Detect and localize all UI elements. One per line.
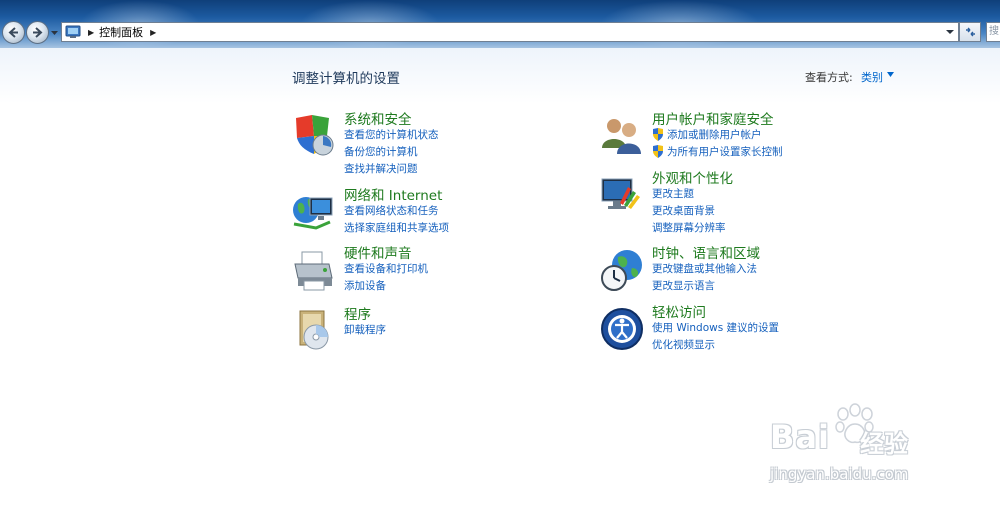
link-change-theme[interactable]: 更改主题 bbox=[652, 185, 726, 202]
address-bar[interactable]: ▶ 控制面板 ▶ bbox=[61, 22, 959, 42]
link-add-remove-accounts[interactable]: 添加或删除用户帐户 bbox=[652, 126, 783, 143]
view-by-label: 查看方式: bbox=[805, 71, 853, 84]
category-title[interactable]: 轻松访问 bbox=[652, 301, 706, 321]
page-title: 调整计算机的设置 bbox=[292, 71, 400, 87]
recent-pages-dropdown-icon[interactable] bbox=[50, 28, 59, 37]
users-accounts-icon bbox=[602, 119, 641, 154]
link-screen-resolution[interactable]: 调整屏幕分辨率 bbox=[652, 219, 726, 236]
category-title[interactable]: 时钟、语言和区域 bbox=[652, 242, 760, 262]
category-title[interactable]: 外观和个性化 bbox=[652, 167, 733, 187]
link-homegroup-sharing[interactable]: 选择家庭组和共享选项 bbox=[344, 219, 449, 236]
uac-shield-icon bbox=[653, 145, 663, 158]
control-panel-icon bbox=[65, 25, 81, 38]
breadcrumb-separator-icon[interactable]: ▶ bbox=[88, 28, 94, 37]
link-devices-printers[interactable]: 查看设备和打印机 bbox=[344, 260, 428, 277]
category-links: 添加或删除用户帐户 为所有用户设置家长控制 bbox=[652, 126, 783, 160]
category-title[interactable]: 程序 bbox=[344, 303, 371, 323]
category-title[interactable]: 硬件和声音 bbox=[344, 242, 412, 262]
category-links: 更改键盘或其他输入法 更改显示语言 bbox=[652, 260, 757, 294]
ease-of-access-icon bbox=[601, 308, 643, 350]
printer-hardware-icon bbox=[294, 251, 333, 291]
link-display-language[interactable]: 更改显示语言 bbox=[652, 277, 757, 294]
category-links: 卸载程序 bbox=[344, 321, 386, 338]
link-uninstall-program[interactable]: 卸载程序 bbox=[344, 321, 386, 338]
link-view-computer-status[interactable]: 查看您的计算机状态 bbox=[344, 126, 439, 143]
link-label: 添加或删除用户帐户 bbox=[667, 129, 762, 141]
link-keyboard-input[interactable]: 更改键盘或其他输入法 bbox=[652, 260, 757, 277]
watermark-brand-cn: 经验 bbox=[860, 430, 908, 458]
refresh-button[interactable] bbox=[959, 22, 981, 42]
clock-globe-icon bbox=[601, 250, 642, 291]
view-by-dropdown[interactable]: 类别 bbox=[861, 69, 883, 85]
link-optimize-video[interactable]: 优化视频显示 bbox=[652, 336, 779, 353]
arrow-left-icon bbox=[8, 27, 18, 38]
uac-shield-icon bbox=[653, 128, 663, 141]
chevron-down-icon[interactable] bbox=[887, 72, 894, 77]
link-desktop-background[interactable]: 更改桌面背景 bbox=[652, 202, 726, 219]
breadcrumb-separator-icon[interactable]: ▶ bbox=[150, 28, 156, 37]
link-recommended-settings[interactable]: 使用 Windows 建议的设置 bbox=[652, 319, 779, 336]
back-button[interactable] bbox=[2, 21, 25, 44]
network-globe-icon bbox=[293, 197, 333, 230]
watermark-brand: Bai bbox=[770, 418, 830, 456]
category-links: 查看网络状态和任务 选择家庭组和共享选项 bbox=[344, 202, 449, 236]
link-parental-controls[interactable]: 为所有用户设置家长控制 bbox=[652, 143, 783, 160]
arrow-right-icon bbox=[33, 27, 43, 38]
shield-system-security-icon bbox=[296, 115, 334, 156]
category-title[interactable]: 网络和 Internet bbox=[344, 184, 442, 204]
forward-button[interactable] bbox=[26, 21, 49, 44]
link-add-device[interactable]: 添加设备 bbox=[344, 277, 428, 294]
programs-disc-icon bbox=[299, 310, 329, 350]
search-input[interactable]: 搜 bbox=[986, 22, 1000, 42]
category-title[interactable]: 系统和安全 bbox=[344, 108, 412, 128]
link-backup-computer[interactable]: 备份您的计算机 bbox=[344, 143, 439, 160]
watermark-url: jingyan.baidu.com bbox=[770, 465, 909, 483]
address-dropdown-icon[interactable] bbox=[946, 28, 954, 36]
refresh-icon bbox=[965, 27, 975, 37]
category-links: 查看您的计算机状态 备份您的计算机 查找并解决问题 bbox=[344, 126, 439, 177]
window-title-bar: ▶ 控制面板 ▶ 搜 bbox=[0, 0, 1000, 48]
link-troubleshoot[interactable]: 查找并解决问题 bbox=[344, 160, 439, 177]
category-title[interactable]: 用户帐户和家庭安全 bbox=[652, 108, 774, 128]
appearance-monitor-icon bbox=[601, 178, 640, 209]
link-label: 为所有用户设置家长控制 bbox=[667, 146, 783, 158]
category-links: 查看设备和打印机 添加设备 bbox=[344, 260, 428, 294]
category-links: 使用 Windows 建议的设置 优化视频显示 bbox=[652, 319, 779, 353]
link-network-status[interactable]: 查看网络状态和任务 bbox=[344, 202, 449, 219]
breadcrumb-control-panel[interactable]: 控制面板 bbox=[99, 24, 143, 40]
category-links: 更改主题 更改桌面背景 调整屏幕分辨率 bbox=[652, 185, 726, 236]
